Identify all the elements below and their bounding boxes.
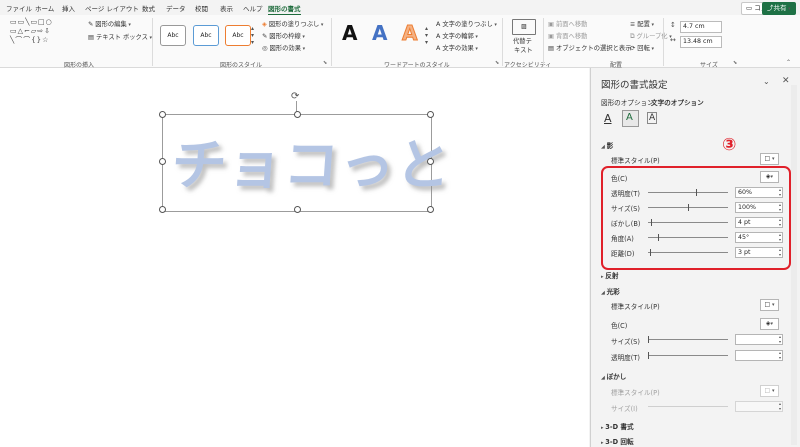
width-icon: ↔: [670, 36, 676, 44]
shape-outline-button[interactable]: ✎ 図形の枠線 ▾: [262, 31, 305, 40]
pane-title: 図形の書式設定: [601, 80, 668, 91]
resize-handle[interactable]: [159, 111, 166, 118]
glow-size-label: サイズ(S): [611, 338, 640, 346]
resize-handle[interactable]: [159, 206, 166, 213]
textbox-layout-icon[interactable]: A: [647, 112, 658, 124]
wordart-style-1[interactable]: A: [342, 21, 357, 45]
comment-icon: ▭: [746, 4, 755, 12]
soft-edges-size-input[interactable]: ▴ ▾: [735, 401, 783, 412]
tab-page-layout[interactable]: ページ レイアウト: [85, 3, 139, 13]
pane-scrollbar[interactable]: [791, 85, 797, 445]
tab-formulas[interactable]: 数式: [142, 3, 155, 13]
annotation-number: ③: [722, 135, 737, 155]
resize-handle[interactable]: [159, 158, 166, 165]
reflection-section-header[interactable]: ▸ 反射: [601, 270, 618, 280]
glow-transparency-slider-thumb[interactable]: [648, 352, 649, 359]
text-effects-tab-icon[interactable]: A: [622, 110, 639, 127]
close-icon[interactable]: ✕: [782, 76, 790, 86]
text-box-button[interactable]: ▤ テキスト ボックス ▾: [88, 32, 152, 41]
resize-handle[interactable]: [294, 111, 301, 118]
glow-section-header[interactable]: ◢ 光彩: [601, 286, 620, 296]
shadow-preset-dropdown[interactable]: □ ▾: [760, 153, 779, 165]
soft-edges-size-label: サイズ(I): [611, 405, 638, 413]
tab-help[interactable]: ヘルプ: [243, 3, 263, 13]
glow-preset-dropdown[interactable]: □ ▾: [760, 299, 779, 311]
width-input[interactable]: 13.48 cm: [680, 36, 722, 48]
tab-text-options[interactable]: 文字のオプション: [651, 97, 704, 107]
dialog-launcher-icon[interactable]: ⬊: [495, 60, 499, 66]
glow-color-label: 色(C): [611, 322, 628, 330]
dialog-launcher-icon[interactable]: ⬊: [323, 60, 327, 66]
group-button[interactable]: ⧉ グループ化 ▾: [630, 31, 672, 41]
alt-text-icon[interactable]: ▨: [512, 19, 536, 35]
shape-style-scroll[interactable]: ▴ ▾ ▾: [251, 25, 254, 46]
shape-style-2[interactable]: Abc: [193, 25, 219, 46]
selection-pane-icon: ▤: [548, 45, 556, 52]
shape-fill-button[interactable]: ◈ 図形の塗りつぶし ▾: [262, 19, 323, 28]
shape-effects-button[interactable]: ◎ 図形の効果 ▾: [262, 43, 305, 52]
send-backward-button[interactable]: ▣ 背面へ移動: [548, 31, 587, 40]
paint-bucket-icon: ◈: [262, 21, 269, 28]
rotate-button[interactable]: ⟳ 回転 ▾: [630, 43, 654, 52]
tab-shape-options[interactable]: 図形のオプション: [601, 97, 654, 107]
collapse-ribbon-icon[interactable]: ⌃: [786, 59, 791, 66]
resize-handle[interactable]: [427, 206, 434, 213]
tab-view[interactable]: 表示: [220, 3, 233, 13]
wordart-scroll[interactable]: ▴ ▾ ▾: [425, 25, 428, 46]
share-button[interactable]: ⤴共有 ▾: [762, 2, 796, 15]
text-effects-button[interactable]: A 文字の効果 ▾: [436, 43, 478, 52]
ribbon-tab-bar: ファイル ホーム 挿入 ページ レイアウト 数式 データ 校閲 表示 ヘルプ 図…: [0, 0, 800, 16]
height-icon: ↕: [670, 21, 676, 29]
dialog-launcher-icon[interactable]: ⬊: [733, 60, 737, 66]
glow-transparency-label: 透明度(T): [611, 354, 640, 362]
shape-gallery[interactable]: ▭▭╲▭□○ ▭△⌐▱⇨⇩ ╲⌒⌒{}☆: [10, 18, 78, 56]
soft-edges-preset-label: 標準スタイル(P): [611, 389, 660, 397]
text-fill-outline-icon[interactable]: A: [604, 112, 612, 125]
resize-handle[interactable]: [294, 206, 301, 213]
selection-pane-button[interactable]: ▤ オブジェクトの選択と表示: [548, 43, 632, 52]
align-button[interactable]: ≡ 配置 ▾: [630, 19, 654, 28]
glow-color-picker[interactable]: ◈▾: [760, 318, 779, 330]
text-outline-button[interactable]: A 文字の輪郭 ▾: [436, 31, 478, 40]
wordart-style-2[interactable]: A: [372, 21, 387, 45]
soft-edges-size-slider[interactable]: [648, 406, 728, 407]
text-box-icon: ▤: [88, 34, 96, 41]
ribbon: ▭▭╲▭□○ ▭△⌐▱⇨⇩ ╲⌒⌒{}☆ ✎ 図形の編集 ▾ ▤ テキスト ボックス…: [0, 15, 800, 69]
alt-text-label-2[interactable]: キスト: [514, 45, 533, 54]
glow-size-input[interactable]: ▴ ▾: [735, 334, 783, 345]
glow-size-slider-thumb[interactable]: [648, 336, 649, 343]
tab-insert[interactable]: 挿入: [62, 3, 75, 13]
glow-size-slider[interactable]: [648, 339, 728, 340]
resize-handle[interactable]: [427, 111, 434, 118]
wordart-text[interactable]: チョコっと: [169, 120, 455, 200]
shadow-preset-label: 標準スタイル(P): [611, 157, 660, 165]
shadow-section-header[interactable]: ◢ 影: [601, 140, 613, 150]
highlight-box: [601, 166, 791, 270]
tab-data[interactable]: データ: [166, 3, 186, 13]
soft-edges-preset-dropdown[interactable]: □ ▾: [760, 385, 779, 397]
text-fill-button[interactable]: A 文字の塗りつぶし ▾: [436, 19, 497, 28]
height-input[interactable]: 4.7 cm: [680, 21, 722, 33]
alt-text-label-1[interactable]: 代替テ: [513, 36, 532, 45]
pane-options-icon[interactable]: ⌄: [763, 77, 770, 86]
glow-preset-label: 標準スタイル(P): [611, 303, 660, 311]
bring-forward-icon: ▣: [548, 21, 556, 28]
tab-home[interactable]: ホーム: [35, 3, 54, 13]
soft-edges-section-header[interactable]: ◢ ぼかし: [601, 371, 626, 381]
bring-forward-button[interactable]: ▣ 前面へ移動: [548, 19, 587, 28]
effects-icon: ◎: [262, 45, 270, 52]
shape-style-1[interactable]: Abc: [160, 25, 186, 46]
resize-handle[interactable]: [427, 158, 434, 165]
shape-style-3[interactable]: Abc: [225, 25, 251, 46]
format-3d-section-header[interactable]: ▸ 3-D 書式: [601, 421, 634, 431]
tab-shape-format[interactable]: 図形の書式: [268, 3, 301, 16]
send-backward-icon: ▣: [548, 33, 556, 40]
wordart-style-3[interactable]: A: [401, 21, 418, 46]
rotation-3d-section-header[interactable]: ▸ 3-D 回転: [601, 436, 634, 446]
glow-transparency-slider[interactable]: [648, 355, 728, 356]
tab-review[interactable]: 校閲: [195, 3, 208, 13]
edit-shape-button[interactable]: ✎ 図形の編集 ▾: [88, 19, 131, 28]
tab-file[interactable]: ファイル: [6, 3, 32, 13]
glow-transparency-input[interactable]: ▴ ▾: [735, 350, 783, 361]
